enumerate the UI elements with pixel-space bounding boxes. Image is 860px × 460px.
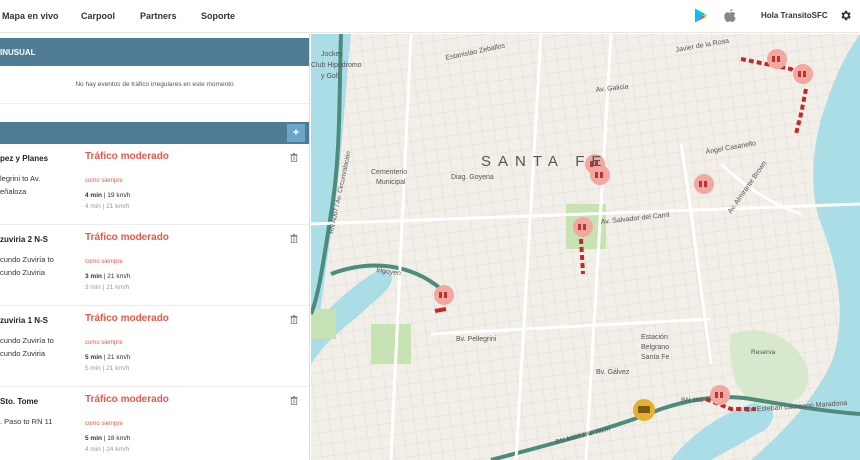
traffic-map[interactable]: SANTA FE Jockey Club Hipódromo y Golf Es… — [311, 34, 860, 460]
route-current-speed: 21 km/h — [107, 273, 131, 280]
route-current-speed: 18 km/h — [107, 435, 131, 442]
route-current-time: 5 min | 18 km/h — [85, 435, 131, 442]
map-label: Santa Fe — [641, 354, 670, 361]
route-description-line: . Paso to RN 11 — [0, 417, 53, 426]
route-current-time: 4 min | 19 km/h — [85, 192, 131, 199]
traffic-alert-icon[interactable] — [767, 49, 787, 69]
traffic-alert-icon[interactable] — [573, 217, 593, 237]
route-current-speed: 21 km/h — [107, 354, 131, 361]
route-item[interactable]: pez y Planes legrini to Av. eñaloza Tráf… — [0, 144, 309, 225]
map-label: Diag. Goyena — [451, 174, 494, 181]
route-description: . Paso to RN 11 — [0, 415, 75, 428]
route-traffic-status: Tráfico moderado — [85, 232, 169, 243]
route-traffic-status: Tráfico moderado — [85, 394, 169, 405]
traffic-alert-icon[interactable] — [793, 64, 813, 84]
map-label: Club Hipódromo — [311, 62, 362, 69]
route-description: legrini to Av. eñaloza — [0, 172, 75, 198]
unusual-empty-message: No hay eventos de tráfico irregulares en… — [0, 66, 309, 104]
route-description: cundo Zuviría to cundo Zuviria — [0, 334, 75, 360]
trash-icon[interactable] — [290, 234, 298, 243]
user-greeting[interactable]: Hola TransitoSFC — [761, 11, 828, 20]
unusual-section-header: INUSUAL — [0, 38, 309, 66]
route-current-time: 5 min | 21 km/h — [85, 354, 131, 361]
park-area — [371, 324, 411, 364]
route-usual-label: como siempre — [85, 178, 123, 184]
route-historic-time: 5 min | 21 km/h — [85, 365, 130, 372]
map-canvas[interactable]: SANTA FE Jockey Club Hipódromo y Golf Es… — [311, 34, 860, 460]
route-usual-label: como siempre — [85, 421, 123, 427]
route-traffic-status: Tráfico moderado — [85, 313, 169, 324]
route-current-speed: 19 km/h — [107, 192, 131, 199]
trash-icon[interactable] — [290, 153, 298, 162]
nav-live-map[interactable]: Mapa en vivo — [2, 11, 59, 21]
route-description-line: eñaloza — [0, 187, 27, 196]
apple-icon[interactable] — [724, 8, 736, 23]
trash-icon[interactable] — [290, 315, 298, 324]
traffic-alert-icon[interactable] — [710, 385, 730, 405]
traffic-alert-icon[interactable] — [694, 174, 714, 194]
routes-section-header: + — [0, 122, 309, 144]
google-play-icon[interactable] — [694, 8, 708, 23]
route-historic-time: 3 min | 21 km/h — [85, 284, 130, 291]
map-label: Reserva — [751, 349, 776, 356]
route-description-line: legrini to Av. — [0, 174, 41, 183]
map-label: y Golf — [321, 73, 339, 80]
route-current-minutes: 5 min — [85, 354, 102, 361]
traffic-side-panel: INUSUAL No hay eventos de tráfico irregu… — [0, 34, 310, 460]
nav-carpool[interactable]: Carpool — [81, 11, 115, 21]
route-current-minutes: 4 min — [85, 192, 102, 199]
unusual-section-title: INUSUAL — [0, 47, 36, 57]
route-current-time: 3 min | 21 km/h — [85, 273, 131, 280]
map-label: Bv. Gálvez — [596, 369, 630, 376]
traffic-jam-line[interactable] — [434, 307, 447, 313]
route-name: zuviria 1 N-S — [0, 316, 49, 325]
traffic-alert-icon[interactable] — [434, 285, 454, 305]
route-item[interactable]: Sto. Tome . Paso to RN 11 Tráfico modera… — [0, 387, 309, 460]
route-name: zuviria 2 N-S — [0, 235, 49, 244]
route-historic-time: 4 min | 24 km/h — [85, 446, 130, 453]
add-route-button[interactable]: + — [287, 124, 305, 142]
route-item[interactable]: zuviria 1 N-S cundo Zuviría to cundo Zuv… — [0, 306, 309, 387]
route-description-line: cundo Zuviría to — [0, 336, 54, 345]
city-label: SANTA FE — [481, 153, 608, 170]
top-navigation-bar: Mapa en vivo Carpool Partners Soporte Ho… — [0, 0, 860, 33]
route-description-line: cundo Zuviria — [0, 349, 46, 358]
map-label: RN 168 — [681, 397, 703, 404]
map-label: Municipal — [376, 179, 406, 186]
route-description: cundo Zuviría to cundo Zuviria — [0, 253, 75, 279]
nav-partners[interactable]: Partners — [140, 11, 177, 21]
map-label: Jockey — [321, 51, 343, 58]
map-label: Bv. Pellegrini — [456, 336, 497, 343]
route-usual-label: como siempre — [85, 259, 123, 265]
gear-icon[interactable] — [839, 9, 852, 22]
route-usual-label: como siempre — [85, 340, 123, 346]
route-historic-time: 4 min | 21 km/h — [85, 203, 130, 210]
map-label: Belgrano — [641, 344, 669, 351]
map-label: Cementerio — [371, 169, 407, 176]
route-name: Sto. Tome — [0, 397, 39, 406]
route-description-line: cundo Zuviría to — [0, 255, 54, 264]
trash-icon[interactable] — [290, 396, 298, 405]
route-name: pez y Planes — [0, 154, 49, 163]
map-label: Estación — [641, 334, 668, 341]
roadwork-icon[interactable] — [633, 399, 655, 421]
route-item[interactable]: zuviria 2 N-S cundo Zuviría to cundo Zuv… — [0, 225, 309, 306]
route-description-line: cundo Zuviria — [0, 268, 46, 277]
nav-support[interactable]: Soporte — [201, 11, 235, 21]
route-current-minutes: 3 min — [85, 273, 102, 280]
route-traffic-status: Tráfico moderado — [85, 151, 169, 162]
route-current-minutes: 5 min — [85, 435, 102, 442]
park-area — [311, 309, 336, 339]
